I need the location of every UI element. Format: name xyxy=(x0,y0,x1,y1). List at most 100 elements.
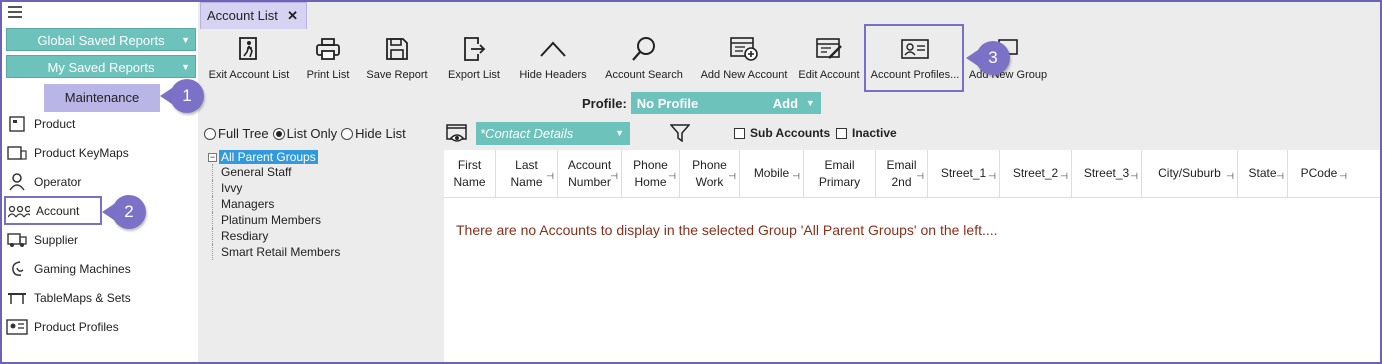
column-header[interactable]: First Name xyxy=(444,150,496,197)
pin-icon[interactable]: ⊣ xyxy=(546,168,554,185)
filter-icon[interactable] xyxy=(669,124,691,145)
sidebar-item-label: Product xyxy=(34,117,76,131)
tree-root[interactable]: − All Parent Groups xyxy=(208,150,444,164)
profile-value: No Profile xyxy=(636,95,699,111)
hamburger-menu-icon[interactable] xyxy=(8,6,22,18)
column-header[interactable]: City/Suburb ⊣ xyxy=(1142,150,1238,197)
print-list-button[interactable]: Print List xyxy=(298,34,358,84)
tree-root-label: All Parent Groups xyxy=(219,150,318,164)
account-profiles-highlight xyxy=(864,24,964,92)
radio-list-only[interactable]: List Only xyxy=(272,126,338,141)
pin-icon[interactable]: ⊣ xyxy=(1276,168,1284,185)
sidebar-item-account[interactable]: Account xyxy=(4,196,102,225)
toolbar-label: Exit Account List xyxy=(208,69,290,81)
sidebar-item-gaming-machines[interactable]: Gaming Machines xyxy=(4,257,198,281)
maintenance-button[interactable]: Maintenance xyxy=(44,84,160,112)
operator-icon xyxy=(6,173,28,191)
supplier-icon xyxy=(6,231,28,249)
tree-item[interactable]: Resdiary xyxy=(212,228,444,244)
pin-icon[interactable]: ⊣ xyxy=(1060,168,1068,185)
radio-hide-list[interactable]: Hide List xyxy=(341,126,406,141)
sub-accounts-checkbox[interactable]: Sub Accounts xyxy=(734,126,830,140)
tree-item[interactable]: Managers xyxy=(212,196,444,212)
caret-down-icon: ▼ xyxy=(615,128,624,138)
pin-icon[interactable]: ⊣ xyxy=(792,168,800,185)
contact-details-select[interactable]: *Contact Details ▼ xyxy=(476,122,630,145)
radio-full-tree[interactable]: Full Tree xyxy=(204,126,269,141)
my-saved-reports-button[interactable]: My Saved Reports ▼ xyxy=(6,55,196,78)
sidebar-item-product-keymaps[interactable]: Product KeyMaps xyxy=(4,141,198,165)
tree-item[interactable]: Ivvy xyxy=(212,180,444,196)
column-label: Street_2 xyxy=(1012,166,1059,180)
pin-icon[interactable]: ⊣ xyxy=(916,168,924,185)
sidebar-item-product-profiles[interactable]: Product Profiles xyxy=(4,315,198,339)
radio-label: List Only xyxy=(286,126,338,141)
toolbar-label: Print List xyxy=(306,69,350,81)
profile-label: Profile: xyxy=(582,95,627,111)
pin-icon[interactable]: ⊣ xyxy=(610,168,618,185)
edit-account-button[interactable]: Edit Account xyxy=(794,34,864,84)
column-header[interactable]: Street_2 ⊣ xyxy=(1000,150,1072,197)
exit-icon xyxy=(202,34,296,64)
empty-message: There are no Accounts to display in the … xyxy=(456,222,998,238)
callout-number: 2 xyxy=(112,195,146,229)
column-header[interactable]: Phone Work ⊣ xyxy=(680,150,740,197)
edit-icon xyxy=(794,34,864,64)
gaming-icon xyxy=(6,260,28,278)
sidebar-item-label: Supplier xyxy=(34,233,79,247)
exit-account-list-button[interactable]: Exit Account List xyxy=(202,34,296,84)
toolbar-label: Account Search xyxy=(605,69,683,81)
column-label: Email xyxy=(824,157,855,172)
column-header[interactable]: Email Primary xyxy=(804,150,876,197)
sidebar-item-supplier[interactable]: Supplier xyxy=(4,228,198,252)
account-search-button[interactable]: Account Search xyxy=(602,34,686,84)
checkbox-box xyxy=(734,127,745,139)
pin-icon[interactable]: ⊣ xyxy=(1130,168,1138,185)
column-header[interactable]: PCode ⊣ xyxy=(1288,150,1350,197)
chevron-up-icon xyxy=(516,34,590,64)
column-label: Work xyxy=(695,174,724,189)
checkbox-label: Sub Accounts xyxy=(750,126,831,140)
profile-add-button[interactable]: Add xyxy=(773,96,798,111)
column-header[interactable]: Email 2nd ⊣ xyxy=(876,150,928,197)
sidebar-item-product[interactable]: Product xyxy=(4,112,198,136)
column-label: Name xyxy=(453,174,486,189)
accounts-grid: First Name Last Name ⊣ Account Number ⊣ Phone… xyxy=(444,150,1380,362)
radio-label: Hide List xyxy=(355,126,406,141)
sidebar-item-operator[interactable]: Operator xyxy=(4,170,198,194)
tree-item[interactable]: Platinum Members xyxy=(212,212,444,228)
export-list-button[interactable]: Export List xyxy=(442,34,506,84)
add-new-account-button[interactable]: Add New Account xyxy=(698,34,790,84)
radio-circle xyxy=(341,127,354,140)
collapse-icon[interactable]: − xyxy=(208,152,217,162)
column-header[interactable]: Mobile ⊣ xyxy=(740,150,804,197)
eye-icon[interactable] xyxy=(446,124,468,147)
tree-item[interactable]: Smart Retail Members xyxy=(212,244,444,260)
save-report-button[interactable]: Save Report xyxy=(364,34,430,84)
tree-item[interactable]: General Staff xyxy=(212,164,444,180)
global-saved-reports-button[interactable]: Global Saved Reports ▼ xyxy=(6,28,196,51)
add-account-icon xyxy=(698,34,790,64)
column-header[interactable]: Last Name ⊣ xyxy=(496,150,558,197)
sidebar-item-label: Product Profiles xyxy=(34,320,119,334)
hide-headers-button[interactable]: Hide Headers xyxy=(516,34,590,84)
column-label: Street_3 xyxy=(1083,166,1130,180)
inactive-checkbox[interactable]: Inactive xyxy=(836,126,897,140)
column-label: Phone xyxy=(692,157,727,172)
column-header[interactable]: Account Number ⊣ xyxy=(558,150,622,197)
pin-icon[interactable]: ⊣ xyxy=(1339,168,1347,185)
profile-select[interactable]: No Profile Add ▼ xyxy=(630,92,821,114)
tab-account-list[interactable]: Account List ✕ xyxy=(200,2,307,29)
pin-icon[interactable]: ⊣ xyxy=(728,168,736,185)
pin-icon[interactable]: ⊣ xyxy=(988,168,996,185)
column-header[interactable]: Street_1 ⊣ xyxy=(928,150,1000,197)
pin-icon[interactable]: ⊣ xyxy=(1226,168,1234,185)
export-icon xyxy=(442,34,506,64)
column-header[interactable]: Phone Home ⊣ xyxy=(622,150,680,197)
close-icon[interactable]: ✕ xyxy=(287,3,298,28)
column-header[interactable]: Street_3 ⊣ xyxy=(1072,150,1142,197)
column-header[interactable]: State ⊣ xyxy=(1238,150,1288,197)
sidebar-item-tablemaps[interactable]: TableMaps & Sets xyxy=(4,286,198,310)
sidebar-item-label: Product KeyMaps xyxy=(34,146,129,160)
pin-icon[interactable]: ⊣ xyxy=(668,168,676,185)
